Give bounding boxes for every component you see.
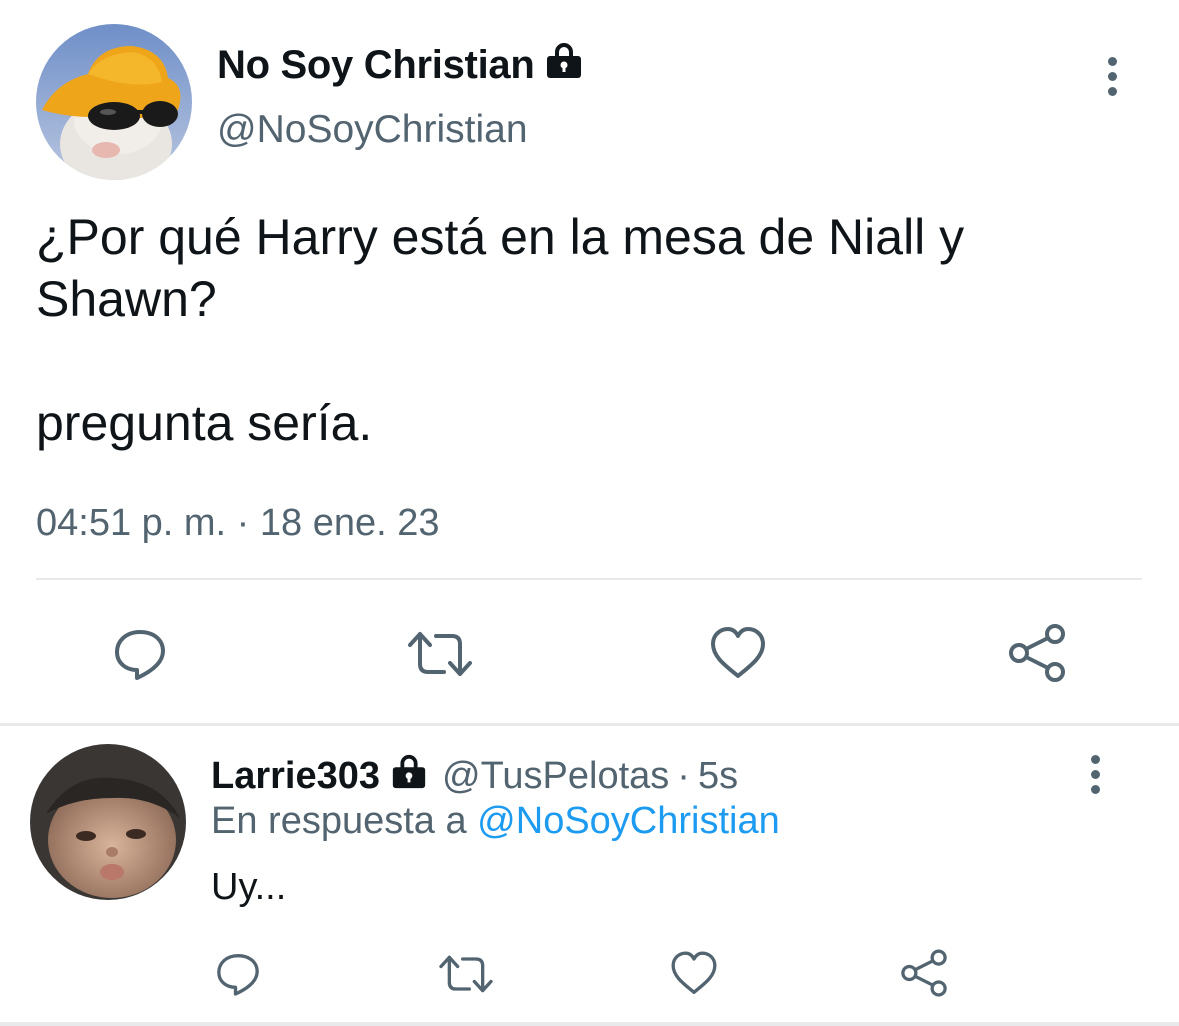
replying-to-label: En respuesta a [211,800,467,842]
divider [0,1022,1179,1026]
tweet-text-line: pregunta sería. [36,395,373,451]
author-name-text: No Soy Christian [217,42,535,87]
divider [36,578,1142,580]
like-icon[interactable] [668,948,720,1000]
cat-avatar-image [36,24,192,180]
tweet-timestamp[interactable]: 04:51 p. m. · 18 ene. 23 [36,502,440,545]
share-icon[interactable] [897,946,951,1000]
reply-author-name[interactable]: Larrie303 [211,755,380,798]
share-icon[interactable] [1004,620,1070,686]
tweet-text: ¿Por qué Harry está en la mesa de Niall … [36,206,1136,454]
replying-to-line: En respuesta a @NoSoyChristian [211,800,780,843]
replying-to-mention[interactable]: @NoSoyChristian [477,800,780,842]
tweet-text-line: ¿Por qué Harry está en la mesa de Niall … [36,209,965,327]
reply-header: Larrie303 @TusPelotas · 5s [211,752,738,800]
author-handle[interactable]: @NoSoyChristian [217,108,528,152]
author-display-name[interactable]: No Soy Christian [217,40,584,90]
baby-avatar-image [30,744,186,900]
divider [0,723,1179,726]
reply-text: Uy... [211,866,287,908]
lock-icon [544,40,584,90]
more-options-icon[interactable] [1091,752,1100,797]
tweet-detail-page: No Soy Christian @NoSoyChristian ¿Por qu… [0,0,1179,1026]
reply-author-avatar[interactable] [30,744,186,900]
more-options-icon[interactable] [1108,54,1117,99]
dot-separator: · [677,754,690,797]
reply-icon[interactable] [108,622,172,686]
author-avatar[interactable] [36,24,192,180]
reply-icon[interactable] [212,948,264,1000]
like-icon[interactable] [706,622,770,686]
reply-author-handle[interactable]: @TusPelotas [442,755,669,798]
retweet-icon[interactable] [404,622,476,686]
lock-icon [390,752,428,800]
retweet-icon[interactable] [436,948,496,1000]
reply-time[interactable]: 5s [698,755,738,798]
